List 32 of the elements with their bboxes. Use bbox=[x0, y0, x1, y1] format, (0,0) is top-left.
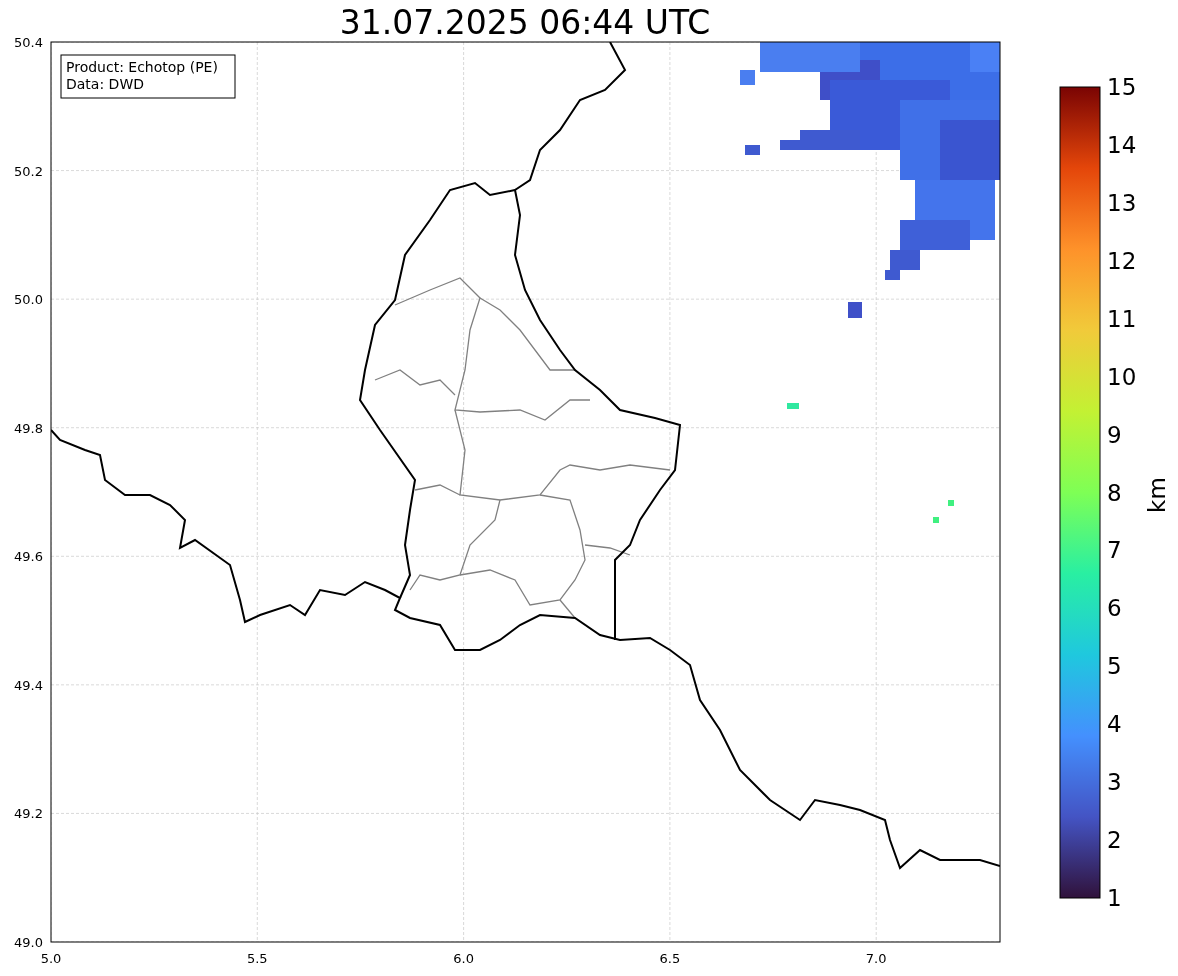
info-text: Data: DWD bbox=[66, 76, 144, 92]
colorbar-tick-label: 9 bbox=[1107, 421, 1122, 448]
y-tick-label: 50.4 bbox=[14, 35, 43, 50]
x-tick-label: 6.5 bbox=[659, 951, 681, 966]
colorbar-tick-label: 8 bbox=[1107, 479, 1122, 506]
colorbar-tick-label: 12 bbox=[1107, 247, 1137, 274]
colorbar-tick-label: 3 bbox=[1107, 769, 1122, 796]
y-tick-label: 50.2 bbox=[14, 163, 43, 179]
colorbar-tick-label: 2 bbox=[1107, 827, 1122, 854]
colorbar-tick-label: 15 bbox=[1107, 74, 1137, 100]
y-tick-label: 49.0 bbox=[14, 935, 43, 950]
colorbar-tick-label: 5 bbox=[1107, 653, 1122, 680]
colorbar-tick-label: 4 bbox=[1107, 711, 1122, 738]
x-tick-label: 7.0 bbox=[865, 951, 887, 966]
colorbar-tick-label: 11 bbox=[1107, 305, 1137, 332]
x-tick-label: 5.5 bbox=[246, 951, 268, 966]
colorbar-tick-label: 10 bbox=[1107, 363, 1137, 390]
x-tick-label: 6.0 bbox=[453, 951, 474, 966]
chart-title: 31.07.2025 06:44 UTC bbox=[339, 3, 711, 42]
y-tick-label: 49.2 bbox=[14, 806, 43, 822]
colorbar-tick-label: 1 bbox=[1107, 885, 1122, 911]
y-tick-label: 49.4 bbox=[14, 677, 43, 693]
colorbar-tick-label: 13 bbox=[1107, 189, 1137, 216]
colorbar-tick-label: 6 bbox=[1107, 595, 1122, 622]
colorbar-tick-label: 14 bbox=[1107, 131, 1137, 158]
info-text: Product: Echotop (PE) bbox=[66, 59, 218, 75]
colorbar-tick-label: 7 bbox=[1107, 537, 1122, 564]
y-tick-label: 49.6 bbox=[14, 549, 43, 565]
y-tick-label: 49.8 bbox=[14, 420, 43, 436]
x-tick-label: 5.0 bbox=[40, 951, 62, 966]
y-tick-label: 50.0 bbox=[14, 292, 43, 308]
colorbar-label: km bbox=[1144, 477, 1170, 513]
